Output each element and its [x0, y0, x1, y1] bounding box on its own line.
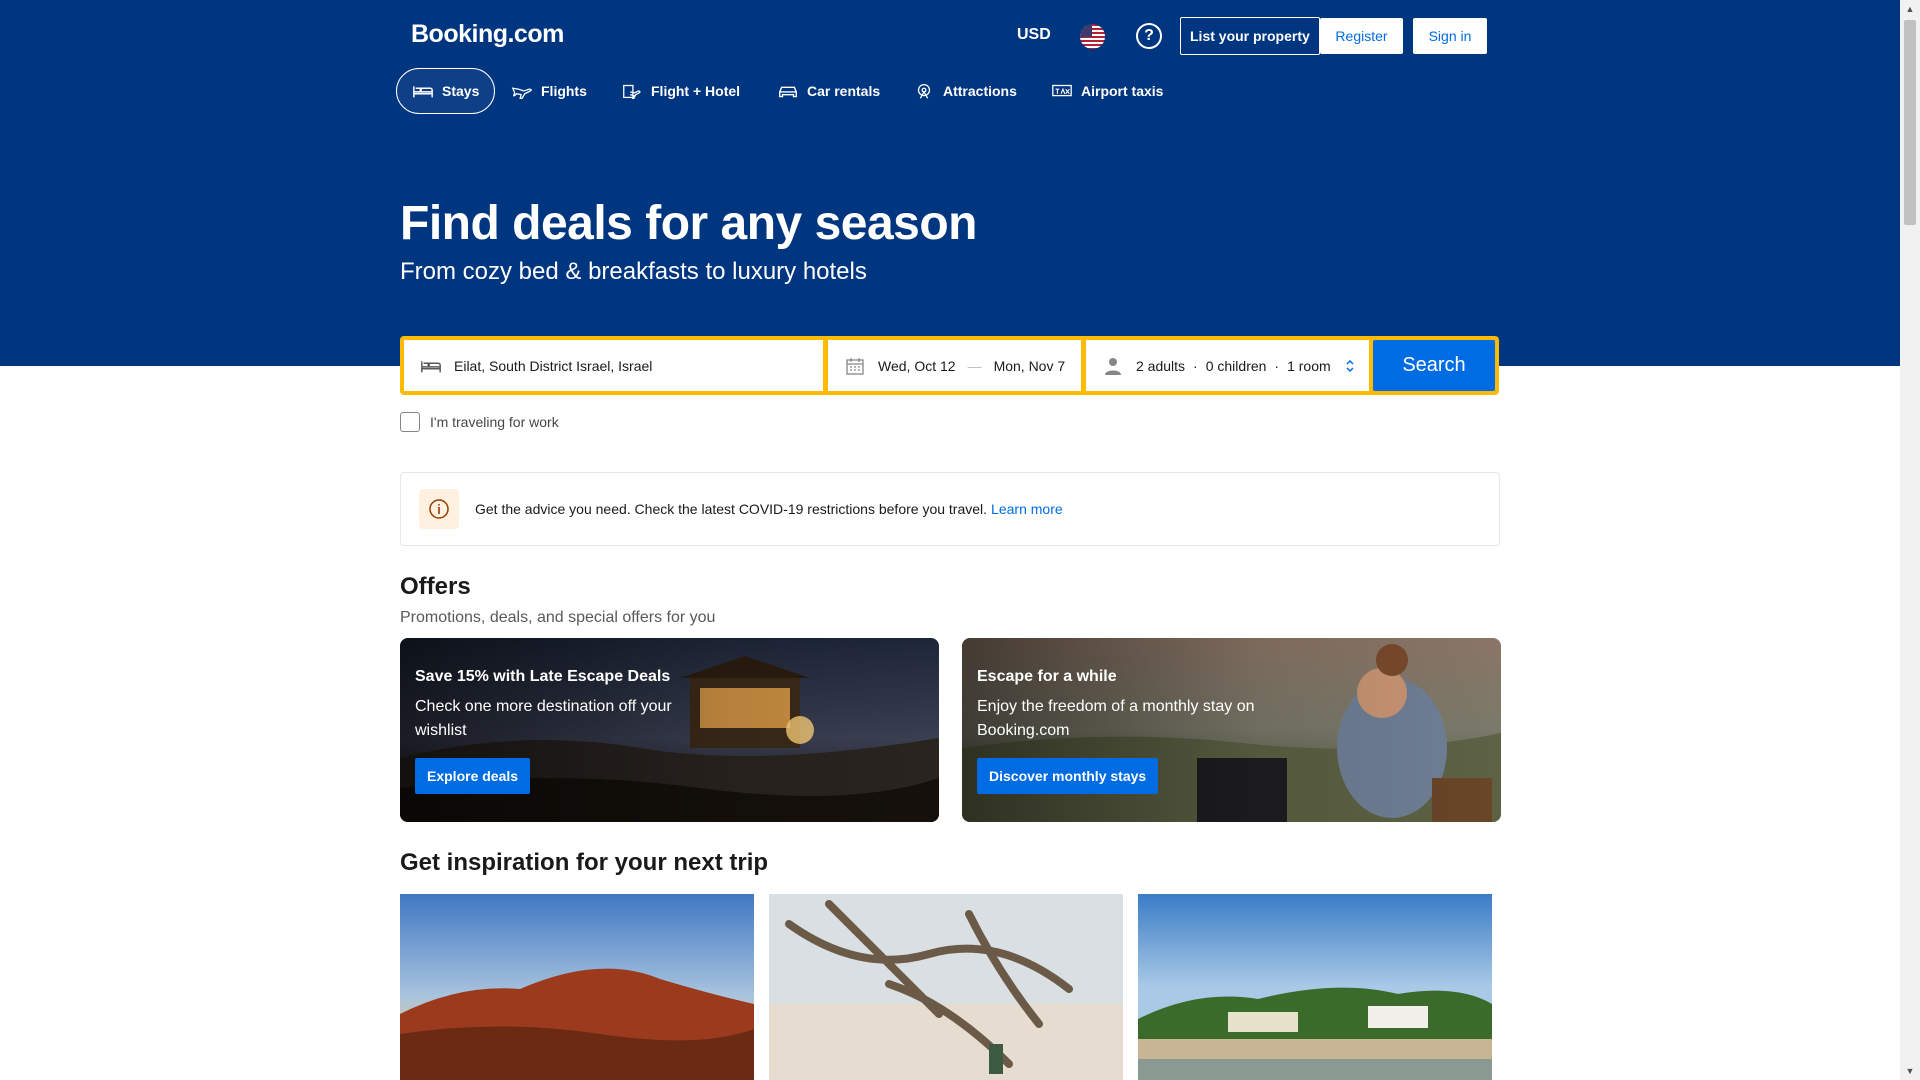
scrollbar-thumb[interactable] — [1904, 20, 1916, 225]
offer-desc: Enjoy the freedom of a monthly stay on B… — [977, 698, 1255, 739]
nav-attractions[interactable]: Attractions — [913, 68, 1017, 114]
palm-beach-image — [1138, 894, 1492, 1080]
desert-mountain-image — [400, 894, 754, 1080]
nav-flights[interactable]: Flights — [511, 68, 587, 114]
page-subtitle: From cozy bed & breakfasts to luxury hot… — [400, 258, 867, 285]
date-field[interactable]: Wed, Oct 12 — Mon, Nov 7 — [828, 340, 1081, 391]
nav-label: Car rentals — [807, 83, 881, 99]
nav-label: Flights — [541, 83, 587, 99]
plane-icon — [511, 87, 532, 99]
checkin-date: Wed, Oct 12 — [878, 357, 956, 374]
notice-text: Get the advice you need. Check the lates… — [475, 501, 988, 517]
driftwood-beach-image — [769, 894, 1123, 1080]
nav-airport-taxis[interactable]: Airport taxis — [1051, 68, 1163, 114]
offers-title: Offers — [400, 573, 471, 600]
nav-car-rentals[interactable]: Car rentals — [777, 68, 880, 114]
flight-hotel-icon — [623, 84, 641, 99]
taxi-icon — [1052, 84, 1072, 97]
attractions-icon — [917, 83, 931, 99]
scroll-down-arrow-icon[interactable]: ▼ — [1905, 1066, 1915, 1076]
page-title: Find deals for any season — [400, 197, 978, 250]
chevron-updown-icon — [1346, 359, 1354, 372]
nav-stays[interactable]: Stays — [396, 68, 496, 114]
person-icon — [1105, 357, 1121, 375]
search-bar: Eilat, South District Israel, Israel Wed… — [400, 336, 1499, 395]
learn-more-link[interactable]: Learn more — [991, 501, 1063, 517]
destination-field[interactable]: Eilat, South District Israel, Israel — [404, 340, 823, 391]
explore-deals-button[interactable]: Explore deals — [415, 758, 531, 794]
register-button[interactable]: Register — [1320, 18, 1403, 54]
inspiration-title: Get inspiration for your next trip — [400, 849, 769, 876]
search-button[interactable]: Search — [1373, 340, 1495, 391]
inspiration-card-driftwood[interactable] — [769, 894, 1123, 1080]
nav-label: Airport taxis — [1081, 83, 1164, 99]
offer-desc: Check one more destination off your wish… — [415, 698, 672, 739]
inspiration-card-beach[interactable] — [1138, 894, 1492, 1080]
nav-label: Stays — [442, 83, 480, 99]
offer-title: Save 15% with Late Escape Deals — [415, 668, 671, 685]
covid-notice: Get the advice you need. Check the lates… — [400, 472, 1500, 546]
offer-title: Escape for a while — [977, 668, 1117, 685]
help-icon[interactable]: ? — [1136, 23, 1162, 49]
destination-value: Eilat, South District Israel, Israel — [454, 357, 653, 374]
children-count: 0 children — [1205, 357, 1267, 374]
bed-icon — [413, 86, 433, 98]
booking-logo[interactable]: Booking.com — [411, 20, 564, 49]
checkout-date: Mon, Nov 7 — [993, 357, 1066, 374]
rooms-count: 1 room — [1287, 357, 1331, 374]
us-flag-icon[interactable] — [1080, 24, 1105, 49]
currency-selector[interactable]: USD — [1017, 26, 1051, 44]
guests-field[interactable]: 2 adults · 0 children · 1 room — [1086, 340, 1369, 391]
scroll-up-arrow-icon[interactable]: ▲ — [1905, 4, 1915, 14]
discover-monthly-stays-button[interactable]: Discover monthly stays — [977, 758, 1159, 794]
date-separator: — — [967, 357, 982, 374]
car-icon — [779, 86, 797, 98]
nav-label: Attractions — [943, 83, 1017, 99]
info-icon — [419, 489, 459, 529]
work-travel-checkbox[interactable]: I'm traveling for work — [400, 412, 559, 432]
nav-label: Flight + Hotel — [651, 83, 741, 99]
sign-in-button[interactable]: Sign in — [1413, 18, 1487, 54]
nav-flight-hotel[interactable]: Flight + Hotel — [621, 68, 740, 114]
bed-icon — [421, 360, 441, 372]
dot-separator: · — [1193, 357, 1198, 374]
list-property-button[interactable]: List your property — [1180, 17, 1320, 55]
checkbox[interactable] — [400, 412, 420, 432]
dot-separator: · — [1274, 357, 1280, 374]
checkbox-label: I'm traveling for work — [430, 414, 559, 430]
offer-card-late-escape[interactable]: Save 15% with Late Escape Deals Check on… — [400, 638, 939, 822]
calendar-icon — [846, 357, 864, 375]
offer-card-monthly-stays[interactable]: Escape for a while Enjoy the freedom of … — [962, 638, 1501, 822]
inspiration-card-desert[interactable] — [400, 894, 754, 1080]
hero-banner — [0, 0, 1900, 366]
offers-subtitle: Promotions, deals, and special offers fo… — [400, 609, 716, 626]
adults-count: 2 adults — [1136, 357, 1186, 374]
